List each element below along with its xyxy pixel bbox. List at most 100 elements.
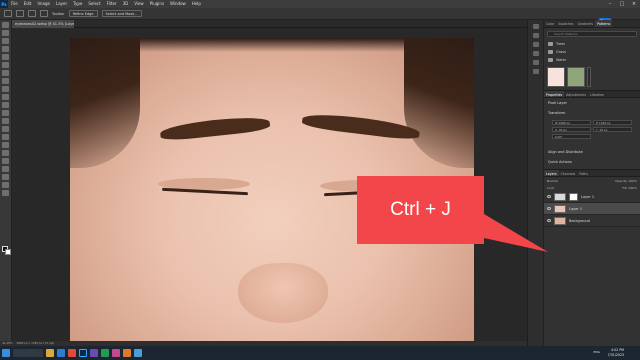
- frame-tool-icon[interactable]: [2, 62, 9, 68]
- patterns-search-input[interactable]: Search Patterns: [547, 31, 637, 37]
- blur-tool-icon[interactable]: [2, 126, 9, 132]
- shape-tool-icon[interactable]: [2, 166, 9, 172]
- windows-start-icon[interactable]: [2, 349, 10, 357]
- tab-patterns[interactable]: Patterns: [595, 20, 613, 27]
- close-icon[interactable]: ×: [628, 0, 640, 8]
- layer-mask-thumbnail[interactable]: [569, 192, 578, 201]
- marquee-tool-icon[interactable]: [2, 30, 9, 36]
- app-icon[interactable]: [101, 349, 109, 357]
- layer-row[interactable]: Background: [544, 215, 640, 227]
- app-icon[interactable]: [90, 349, 98, 357]
- history-brush-tool-icon[interactable]: [2, 102, 9, 108]
- layer-row[interactable]: Layer 1: [544, 203, 640, 215]
- healing-tool-icon[interactable]: [2, 78, 9, 84]
- menu-type[interactable]: Type: [70, 0, 85, 8]
- more-tools-icon[interactable]: [2, 190, 9, 196]
- pattern-thumb[interactable]: [587, 67, 591, 87]
- angle-field[interactable]: 0.00°: [552, 134, 591, 139]
- menu-filter[interactable]: Filter: [104, 0, 120, 8]
- minimize-icon[interactable]: –: [604, 0, 616, 8]
- app-icon[interactable]: [123, 349, 131, 357]
- menu-view[interactable]: View: [131, 0, 147, 8]
- tab-gradients[interactable]: Gradients: [576, 20, 596, 27]
- tab-libraries[interactable]: Libraries: [588, 91, 606, 97]
- opacity-field[interactable]: Opacity: 100%: [615, 179, 637, 183]
- info-icon[interactable]: [532, 69, 539, 74]
- hand-tool-icon[interactable]: [2, 174, 9, 180]
- eye-icon[interactable]: [547, 195, 551, 198]
- lasso-tool-icon[interactable]: [2, 38, 9, 44]
- dodge-tool-icon[interactable]: [2, 134, 9, 140]
- background-color-swatch[interactable]: [5, 249, 11, 255]
- edge-browser-icon[interactable]: [57, 349, 65, 357]
- photoshop-taskbar-icon[interactable]: [79, 349, 87, 357]
- height-field[interactable]: H 1349 px: [593, 120, 632, 125]
- type-tool-icon[interactable]: [2, 150, 9, 156]
- eye-icon[interactable]: [547, 219, 551, 222]
- gradient-tool-icon[interactable]: [2, 118, 9, 124]
- folder-grass[interactable]: Grass: [544, 48, 640, 56]
- taskbar-clock[interactable]: 4:02 PM 7/31/2023: [608, 348, 624, 357]
- menu-layer[interactable]: Layer: [53, 0, 70, 8]
- move-tool-icon[interactable]: [16, 10, 24, 17]
- file-explorer-icon[interactable]: [46, 349, 54, 357]
- menu-select[interactable]: Select: [85, 0, 103, 8]
- layer-row[interactable]: Layer 1: [544, 191, 640, 203]
- blend-mode-select[interactable]: Normal: [547, 179, 558, 183]
- glyphs-icon[interactable]: [532, 60, 539, 65]
- tab-channels[interactable]: Channels: [559, 170, 578, 176]
- x-field[interactable]: X -43 px: [552, 127, 591, 132]
- menu-window[interactable]: Window: [167, 0, 189, 8]
- menu-image[interactable]: Image: [34, 0, 53, 8]
- pattern-thumbnails: [544, 64, 640, 90]
- width-field[interactable]: W 1080 px: [552, 120, 591, 125]
- tray-language[interactable]: ENG: [594, 350, 600, 354]
- paragraph-icon[interactable]: [532, 51, 539, 56]
- app-icon[interactable]: [134, 349, 142, 357]
- add-selection-icon[interactable]: [40, 10, 48, 17]
- folder-trees[interactable]: Trees: [544, 40, 640, 48]
- menu-3d[interactable]: 3D: [120, 0, 132, 8]
- clone-stamp-tool-icon[interactable]: [2, 94, 9, 100]
- brush-settings-icon[interactable]: [532, 33, 539, 38]
- search-icon[interactable]: [13, 349, 43, 357]
- history-icon[interactable]: [532, 24, 539, 29]
- tab-adjustments[interactable]: Adjustments: [564, 91, 588, 97]
- brush-tool-icon[interactable]: [2, 86, 9, 92]
- tab-layers[interactable]: Layers: [544, 170, 559, 176]
- lock-label: Lock:: [547, 185, 555, 190]
- pattern-thumb[interactable]: [547, 67, 565, 87]
- quick-select-tool-icon[interactable]: [2, 46, 9, 52]
- maximize-icon[interactable]: □: [616, 0, 628, 8]
- zoom-tool-icon[interactable]: [2, 182, 9, 188]
- tab-properties[interactable]: Properties: [544, 91, 565, 97]
- chrome-icon[interactable]: [68, 349, 76, 357]
- folder-water[interactable]: Water: [544, 56, 640, 64]
- fill-field[interactable]: Fill: 100%: [622, 186, 637, 190]
- crop-tool-icon[interactable]: [2, 54, 9, 60]
- eyedropper-tool-icon[interactable]: [2, 70, 9, 76]
- y-field[interactable]: Y -32 px: [593, 127, 632, 132]
- menu-plugins[interactable]: Plugins: [147, 0, 167, 8]
- character-icon[interactable]: [532, 42, 539, 47]
- align-distribute-title: Align and Distribute: [548, 150, 583, 154]
- app-icon[interactable]: [112, 349, 120, 357]
- menu-file[interactable]: File: [8, 0, 21, 8]
- menu-help[interactable]: Help: [189, 0, 204, 8]
- eye-icon[interactable]: [547, 207, 551, 210]
- new-selection-icon[interactable]: [28, 10, 36, 17]
- refine-edge-button[interactable]: Refine Edge: [68, 10, 98, 17]
- home-icon[interactable]: [4, 10, 12, 17]
- eraser-tool-icon[interactable]: [2, 110, 9, 116]
- pen-tool-icon[interactable]: [2, 142, 9, 148]
- tab-swatches[interactable]: Swatches: [556, 20, 575, 27]
- select-and-mask-button[interactable]: Select and Mask...: [101, 10, 142, 17]
- tab-paths[interactable]: Paths: [577, 170, 590, 176]
- tab-color[interactable]: Color: [544, 20, 556, 27]
- zoom-level[interactable]: 41.28%: [2, 341, 13, 345]
- pattern-thumb[interactable]: [567, 67, 585, 87]
- move-tool-icon[interactable]: [2, 22, 9, 28]
- document-tab[interactable]: eyebrows02.webp @ 41.3% (Layer 1, RGB/8#…: [12, 20, 74, 28]
- menu-edit[interactable]: Edit: [21, 0, 35, 8]
- path-select-tool-icon[interactable]: [2, 158, 9, 164]
